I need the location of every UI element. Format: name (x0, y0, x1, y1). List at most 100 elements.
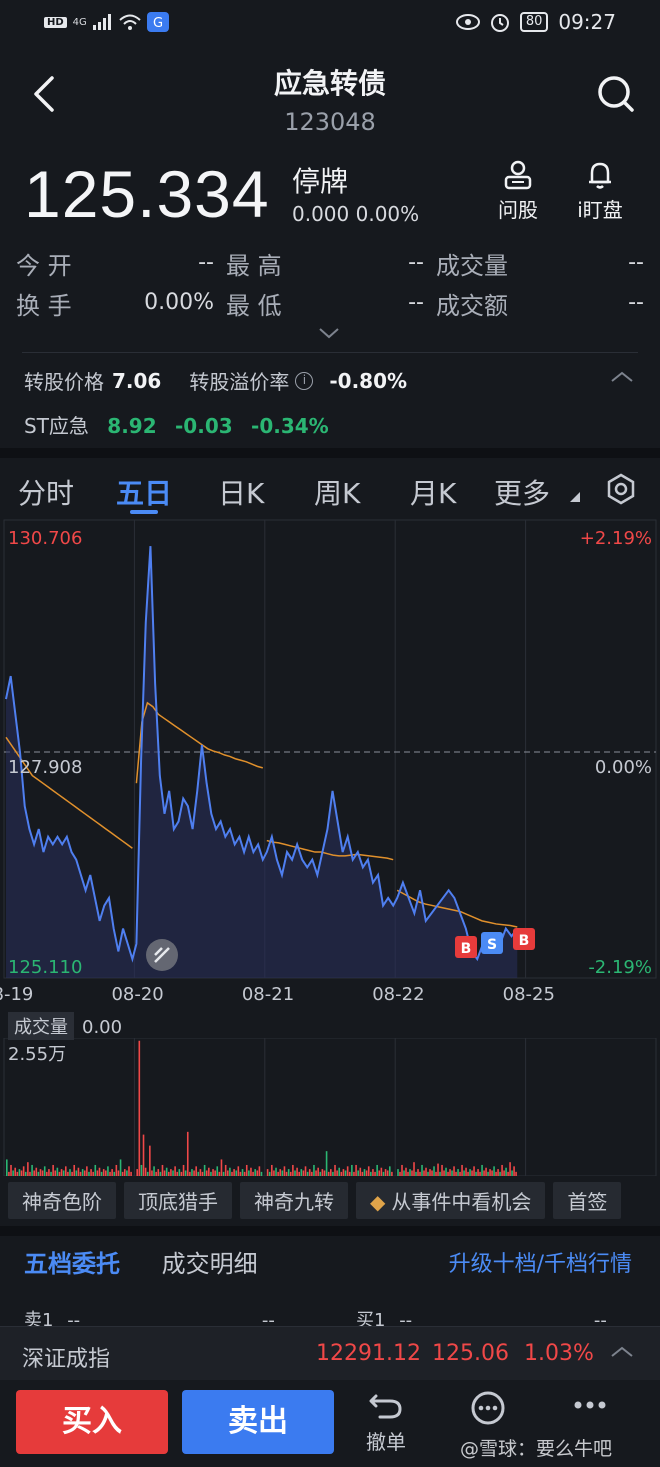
volume-bar (386, 1170, 389, 1176)
settings-hexagon-icon[interactable] (604, 472, 638, 506)
more-circle-icon (471, 1391, 505, 1425)
app-icon: G (146, 12, 169, 32)
watch-button[interactable]: i盯盘 (568, 160, 632, 223)
more-button[interactable] (550, 1390, 630, 1426)
search-icon[interactable] (596, 74, 636, 114)
volume-bar (86, 1166, 88, 1176)
volume-bar (58, 1171, 61, 1176)
volume-bar (208, 1167, 210, 1176)
volume-bar (327, 1171, 330, 1176)
tab-monthly-k[interactable]: 月K (410, 472, 456, 512)
sell-button[interactable]: 卖出 (182, 1390, 334, 1454)
chevron-up-icon[interactable] (610, 1345, 634, 1359)
volume-bar (384, 1169, 387, 1176)
volume-bar (50, 1171, 52, 1176)
volume-bar (170, 1169, 172, 1176)
volume-chart[interactable]: 2.55万 (0, 1038, 660, 1176)
upgrade-depth-link[interactable]: 升级十档/千档行情 (449, 1246, 632, 1278)
suspend-marker-icon[interactable] (146, 939, 178, 971)
volume-bar (182, 1164, 185, 1176)
tab-intraday[interactable]: 分时 (18, 472, 74, 512)
active-tab-indicator (130, 510, 158, 514)
info-icon[interactable]: i (295, 371, 314, 390)
tab-order-book[interactable]: 五档委托 (24, 1250, 120, 1278)
volume-bar (222, 1171, 225, 1176)
volume-bar (449, 1169, 451, 1176)
x-axis-tick-label: 08-19 (0, 984, 33, 1005)
volume-bar (289, 1171, 292, 1176)
page-title: 应急转债 (273, 67, 386, 100)
volume-bar (277, 1171, 279, 1176)
tab-trade-details[interactable]: 成交明细 (162, 1250, 258, 1278)
volume-bar (130, 1171, 132, 1176)
volume-bar (54, 1170, 57, 1176)
volume-bar (413, 1162, 415, 1176)
five-day-chart[interactable]: BSB 130.706 127.908 125.110 +2.19% 0.00%… (0, 518, 660, 1008)
trade-marker-buy[interactable]: B (455, 936, 477, 958)
volume-bar (409, 1169, 411, 1176)
underlying-stock-name: ST应急 (24, 414, 89, 438)
volume-bar (513, 1166, 515, 1176)
volume-bar (176, 1171, 179, 1176)
chip-magic-nine[interactable]: 神奇九转 (240, 1182, 348, 1219)
volume-bar (88, 1171, 90, 1176)
trade-marker-label: B (461, 941, 472, 957)
network-badge: 4G (72, 16, 87, 28)
tab-daily-k[interactable]: 日K (218, 472, 264, 512)
volume-bar (374, 1171, 376, 1176)
tab-more[interactable]: 更多 (494, 472, 550, 512)
volume-bar (507, 1171, 509, 1176)
volume-bar (292, 1164, 294, 1176)
volume-bar (311, 1171, 313, 1176)
volume-bar (16, 1171, 19, 1176)
chevron-down-icon[interactable] (318, 326, 340, 340)
trade-marker-buy[interactable]: B (513, 928, 535, 950)
volume-bar (216, 1166, 219, 1176)
x-axis-tick-label: 08-20 (111, 984, 163, 1005)
volume-bar (71, 1171, 73, 1176)
chip-color-scale[interactable]: 神奇色阶 (8, 1182, 116, 1219)
underlying-stock-change: -0.03 (175, 414, 233, 438)
volume-bar (388, 1166, 391, 1176)
volume-bar (271, 1164, 273, 1176)
volume-bar (245, 1164, 248, 1176)
volume-bar (471, 1170, 473, 1176)
chevron-up-icon[interactable] (610, 370, 634, 384)
chip-event-opportunity[interactable]: ◆ 从事件中看机会 (356, 1182, 546, 1219)
volume-bar (184, 1170, 187, 1176)
ask-stock-button[interactable]: 问股 (486, 160, 550, 223)
volume-bar (60, 1169, 63, 1176)
index-ticker[interactable]: 深证成指 12291.12 125.06 1.03% (0, 1326, 660, 1380)
volume-bar (224, 1164, 227, 1176)
settings-button[interactable] (448, 1390, 528, 1432)
tab-five-day[interactable]: 五日 (116, 472, 172, 512)
tab-weekly-k[interactable]: 周K (314, 472, 360, 512)
volume-bar (113, 1171, 116, 1176)
conversion-row: 转股价格 7.06 转股溢价率 i -0.80% (24, 366, 435, 395)
volume-bar (46, 1171, 48, 1176)
volume-bar (149, 1145, 151, 1176)
volume-bar (427, 1171, 429, 1176)
buy-button[interactable]: 买入 (16, 1390, 168, 1454)
volume-bar (330, 1169, 332, 1176)
volume-bar (455, 1171, 457, 1176)
underlying-stock-row[interactable]: ST应急 8.92 -0.03 -0.34% (24, 410, 329, 439)
volume-bar (443, 1170, 445, 1176)
cancel-order-button[interactable]: 撤单 (346, 1390, 426, 1455)
volume-bar (461, 1164, 463, 1176)
volume-bar (425, 1167, 427, 1176)
trade-marker-sell[interactable]: S (481, 932, 503, 954)
chip-top-bottom-hunter[interactable]: 顶底猎手 (124, 1182, 232, 1219)
volume-bar (359, 1167, 362, 1176)
volume-bar (273, 1170, 275, 1176)
volume-bar (67, 1171, 69, 1176)
volume-bar (429, 1169, 431, 1176)
chip-first-sign[interactable]: 首签 (553, 1182, 622, 1219)
volume-bar (248, 1170, 250, 1176)
stat-low-value: -- (408, 290, 424, 315)
stat-open-label: 今 开 (16, 252, 72, 280)
volume-bar (447, 1171, 449, 1176)
volume-bar (336, 1170, 338, 1176)
volume-bar (338, 1167, 341, 1176)
wifi-icon (119, 14, 141, 30)
